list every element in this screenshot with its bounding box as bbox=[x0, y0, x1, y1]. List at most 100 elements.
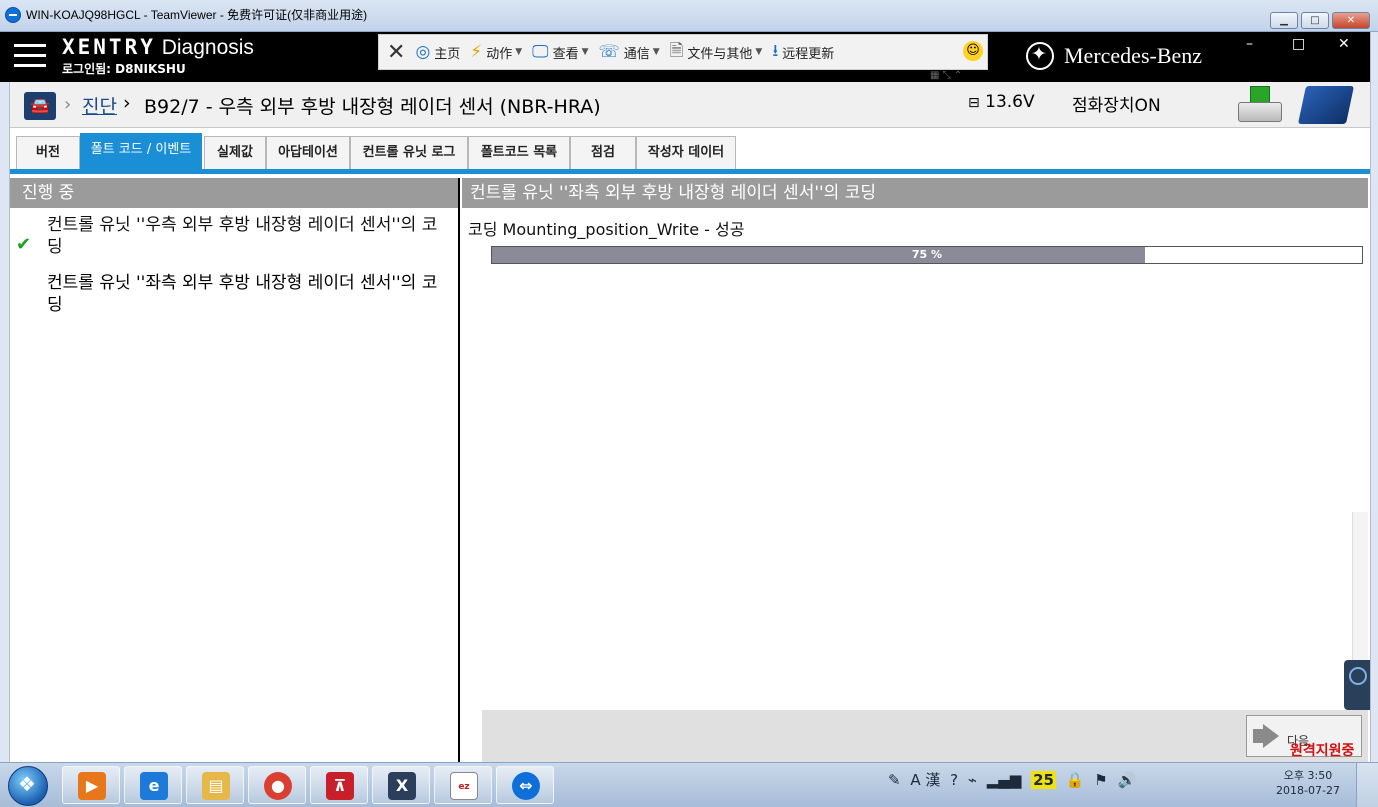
breadcrumb: 🚘 › 진단 › B92/7 - 우측 외부 후방 내장형 레이더 센서 (NB… bbox=[10, 82, 1370, 128]
brand-bold: XENTRY bbox=[62, 35, 156, 59]
help-icon[interactable]: ? bbox=[950, 771, 958, 789]
progress-steps-panel: 진행 중 ✔ 컨트롤 유닛 ''우측 외부 후방 내장형 레이더 센서''의 코… bbox=[10, 178, 460, 762]
toolbar-view-label: 查看 bbox=[552, 46, 579, 62]
close-session-icon[interactable]: ✕ bbox=[387, 40, 405, 65]
teamviewer-icon bbox=[5, 7, 21, 23]
tab-actual-values[interactable]: 실제값 bbox=[204, 136, 266, 169]
chrome-icon: ● bbox=[264, 772, 292, 800]
close-button[interactable]: ✕ bbox=[1332, 12, 1370, 29]
step-text: 컨트롤 유닛 ''우측 외부 후방 내장형 레이더 센서''의 코딩 bbox=[47, 215, 438, 257]
toolbar-remote-update-label: 远程更新 bbox=[782, 46, 835, 62]
toolbar-actions-label: 动作 bbox=[486, 46, 513, 62]
brand-light: Diagnosis bbox=[161, 36, 254, 59]
right-panel-header: 컨트롤 유닛 ''좌측 외부 후방 내장형 레이더 센서''의 코딩 bbox=[462, 178, 1368, 208]
taskbar-media-player[interactable]: ▶ bbox=[62, 766, 120, 804]
language-bar-icon[interactable]: ✎ bbox=[888, 771, 901, 789]
scrollbar[interactable] bbox=[1352, 512, 1368, 662]
tab-author-data[interactable]: 작성자 데이터 bbox=[636, 136, 736, 169]
window-frame-left bbox=[0, 82, 10, 762]
home-icon: ◎ bbox=[415, 42, 431, 62]
file-icon: 🗎 bbox=[669, 40, 684, 61]
button-footer bbox=[482, 710, 1368, 762]
page-title: B92/7 - 우측 외부 후방 내장형 레이더 센서 (NBR-HRA) bbox=[144, 96, 601, 118]
breadcrumb-link-diagnosis[interactable]: 진단 bbox=[82, 92, 117, 119]
chevron-right-icon: › bbox=[123, 92, 131, 114]
tab-fault-code-list[interactable]: 폴트코드 목록 bbox=[468, 136, 570, 169]
toolbar-communicate-label: 通信 bbox=[623, 46, 650, 62]
menu-icon[interactable] bbox=[14, 44, 46, 68]
print-upload-icon[interactable] bbox=[1238, 86, 1282, 124]
xentry-close-button[interactable]: ✕ bbox=[1338, 36, 1350, 52]
minimize-button[interactable]: ▁ bbox=[1270, 12, 1298, 29]
chevron-down-icon: ▼ bbox=[515, 47, 523, 57]
battery-voltage: ⊟ 13.6V bbox=[968, 92, 1035, 112]
taskbar-ezhelp[interactable]: ez bbox=[434, 766, 492, 804]
car-lift-icon: ⊼ bbox=[326, 772, 354, 800]
show-desktop-button[interactable] bbox=[1356, 763, 1378, 807]
tray-badge[interactable]: 25 bbox=[1031, 771, 1056, 789]
toolbar-files[interactable]: 🗎 文件与其他 ▼ bbox=[670, 38, 763, 67]
teamviewer-icon: ⇔ bbox=[512, 772, 540, 800]
network-tray-icon[interactable]: ⌁ bbox=[968, 771, 977, 789]
teamviewer-titlebar: WIN-KOAJQ98HGCL - TeamViewer - 免费许可证(仅非商… bbox=[0, 0, 1378, 32]
tab-bar: 버전 폴트 코드 / 이벤트 실제값 아답테이션 컨트롤 유닛 로그 폴트코드 … bbox=[10, 128, 1370, 174]
mercedes-benz-logo-text: Mercedes-Benz bbox=[1064, 43, 1203, 68]
help-book-icon[interactable] bbox=[1297, 86, 1355, 124]
maximize-button[interactable]: □ bbox=[1301, 12, 1329, 29]
phone-icon: ☏ bbox=[598, 42, 620, 62]
tab-inspection[interactable]: 점검 bbox=[570, 136, 636, 169]
tab-fault-codes[interactable]: 폴트 코드 / 이벤트 bbox=[80, 133, 202, 171]
teamviewer-side-panel-icon[interactable] bbox=[1344, 660, 1370, 710]
speaker-icon[interactable]: 🔊 bbox=[1117, 771, 1136, 789]
taskbar-xentry[interactable]: X bbox=[372, 766, 430, 804]
lock-icon[interactable]: 🔒 bbox=[1066, 771, 1085, 789]
ezhelp-icon: ez bbox=[450, 772, 478, 800]
smiley-icon[interactable]: ☺ bbox=[963, 41, 983, 61]
taskbar-car-lift[interactable]: ⊼ bbox=[310, 766, 368, 804]
xentry-icon: X bbox=[388, 772, 416, 800]
xentry-minimize-button[interactable]: – bbox=[1246, 36, 1253, 52]
start-button[interactable] bbox=[8, 766, 48, 806]
taskbar-teamviewer[interactable]: ⇔ bbox=[496, 766, 554, 804]
progress-bar: 75 % bbox=[491, 246, 1363, 264]
mercedes-star-icon bbox=[1026, 42, 1054, 70]
toolbar-view[interactable]: 🖵 查看 ▼ bbox=[532, 42, 588, 62]
taskbar-internet-explorer[interactable]: e bbox=[124, 766, 182, 804]
folder-icon: ▤ bbox=[202, 772, 230, 800]
taskbar: ▶ e ▤ ● ⊼ X ez ⇔ ✎ A 漢 ? ⌁ ▂▄▆ 25 🔒 ⚑ 🔊 … bbox=[0, 762, 1378, 807]
media-player-icon: ▶ bbox=[78, 772, 106, 800]
coding-detail-panel: 컨트롤 유닛 ''좌측 외부 후방 내장형 레이더 센서''의 코딩 코딩 Mo… bbox=[462, 178, 1368, 762]
xentry-maximize-button[interactable]: □ bbox=[1292, 36, 1305, 52]
tab-version[interactable]: 버전 bbox=[16, 136, 80, 169]
flag-icon[interactable]: ⚑ bbox=[1094, 771, 1107, 789]
taskbar-chrome[interactable]: ● bbox=[248, 766, 306, 804]
chevron-down-icon: ▼ bbox=[652, 47, 660, 57]
internet-explorer-icon: e bbox=[140, 772, 168, 800]
toolbar-files-label: 文件与其他 bbox=[687, 46, 753, 62]
login-status: 로그인됨: D8NIKSHU bbox=[62, 62, 186, 76]
tab-adaptation[interactable]: 아답테이션 bbox=[266, 136, 350, 169]
window-title: WIN-KOAJQ98HGCL - TeamViewer - 免费许可证(仅非商… bbox=[26, 8, 368, 22]
toolbar-communicate[interactable]: ☏ 通信 ▼ bbox=[599, 42, 660, 62]
clock-time: 오후 3:50 bbox=[1283, 769, 1333, 782]
toolbar-actions[interactable]: ⚡ 动作 ▼ bbox=[470, 42, 522, 62]
clock-date: 2018-07-27 bbox=[1276, 784, 1340, 797]
clock[interactable]: 오후 3:50 2018-07-27 bbox=[1276, 768, 1340, 798]
toolbar-remote-update[interactable]: ⭳ 远程更新 bbox=[772, 38, 834, 67]
coding-status: 코딩 Mounting_position_Write - 성공 bbox=[468, 220, 745, 239]
remote-support-label: 원격지원중 bbox=[1290, 743, 1355, 759]
monitor-icon: 🖵 bbox=[532, 42, 549, 62]
download-icon: ⭳ bbox=[772, 40, 779, 61]
step-item: ✔ 컨트롤 유닛 ''우측 외부 후방 내장형 레이더 센서''의 코딩 bbox=[10, 214, 458, 258]
teamviewer-toolbar: ✕ ◎ 主页 ⚡ 动作 ▼ 🖵 查看 ▼ ☏ 通信 ▼ 🗎 文件与其他 ▼ ⭳ … bbox=[378, 34, 988, 70]
toolbar-home[interactable]: ◎ 主页 bbox=[415, 42, 460, 62]
system-tray: ✎ A 漢 ? ⌁ ▂▄▆ 25 🔒 ⚑ 🔊 bbox=[888, 769, 1288, 801]
tab-control-unit-log[interactable]: 컨트롤 유닛 로그 bbox=[350, 136, 468, 169]
ime-indicator[interactable]: A 漢 bbox=[910, 771, 940, 789]
signal-icon[interactable]: ▂▄▆ bbox=[987, 771, 1022, 789]
lightning-icon: ⚡ bbox=[470, 42, 483, 62]
battery-icon: ⊟ bbox=[968, 95, 980, 111]
taskbar-explorer[interactable]: ▤ bbox=[186, 766, 244, 804]
car-icon[interactable]: 🚘 bbox=[24, 92, 56, 120]
window-frame-right bbox=[1370, 32, 1378, 762]
